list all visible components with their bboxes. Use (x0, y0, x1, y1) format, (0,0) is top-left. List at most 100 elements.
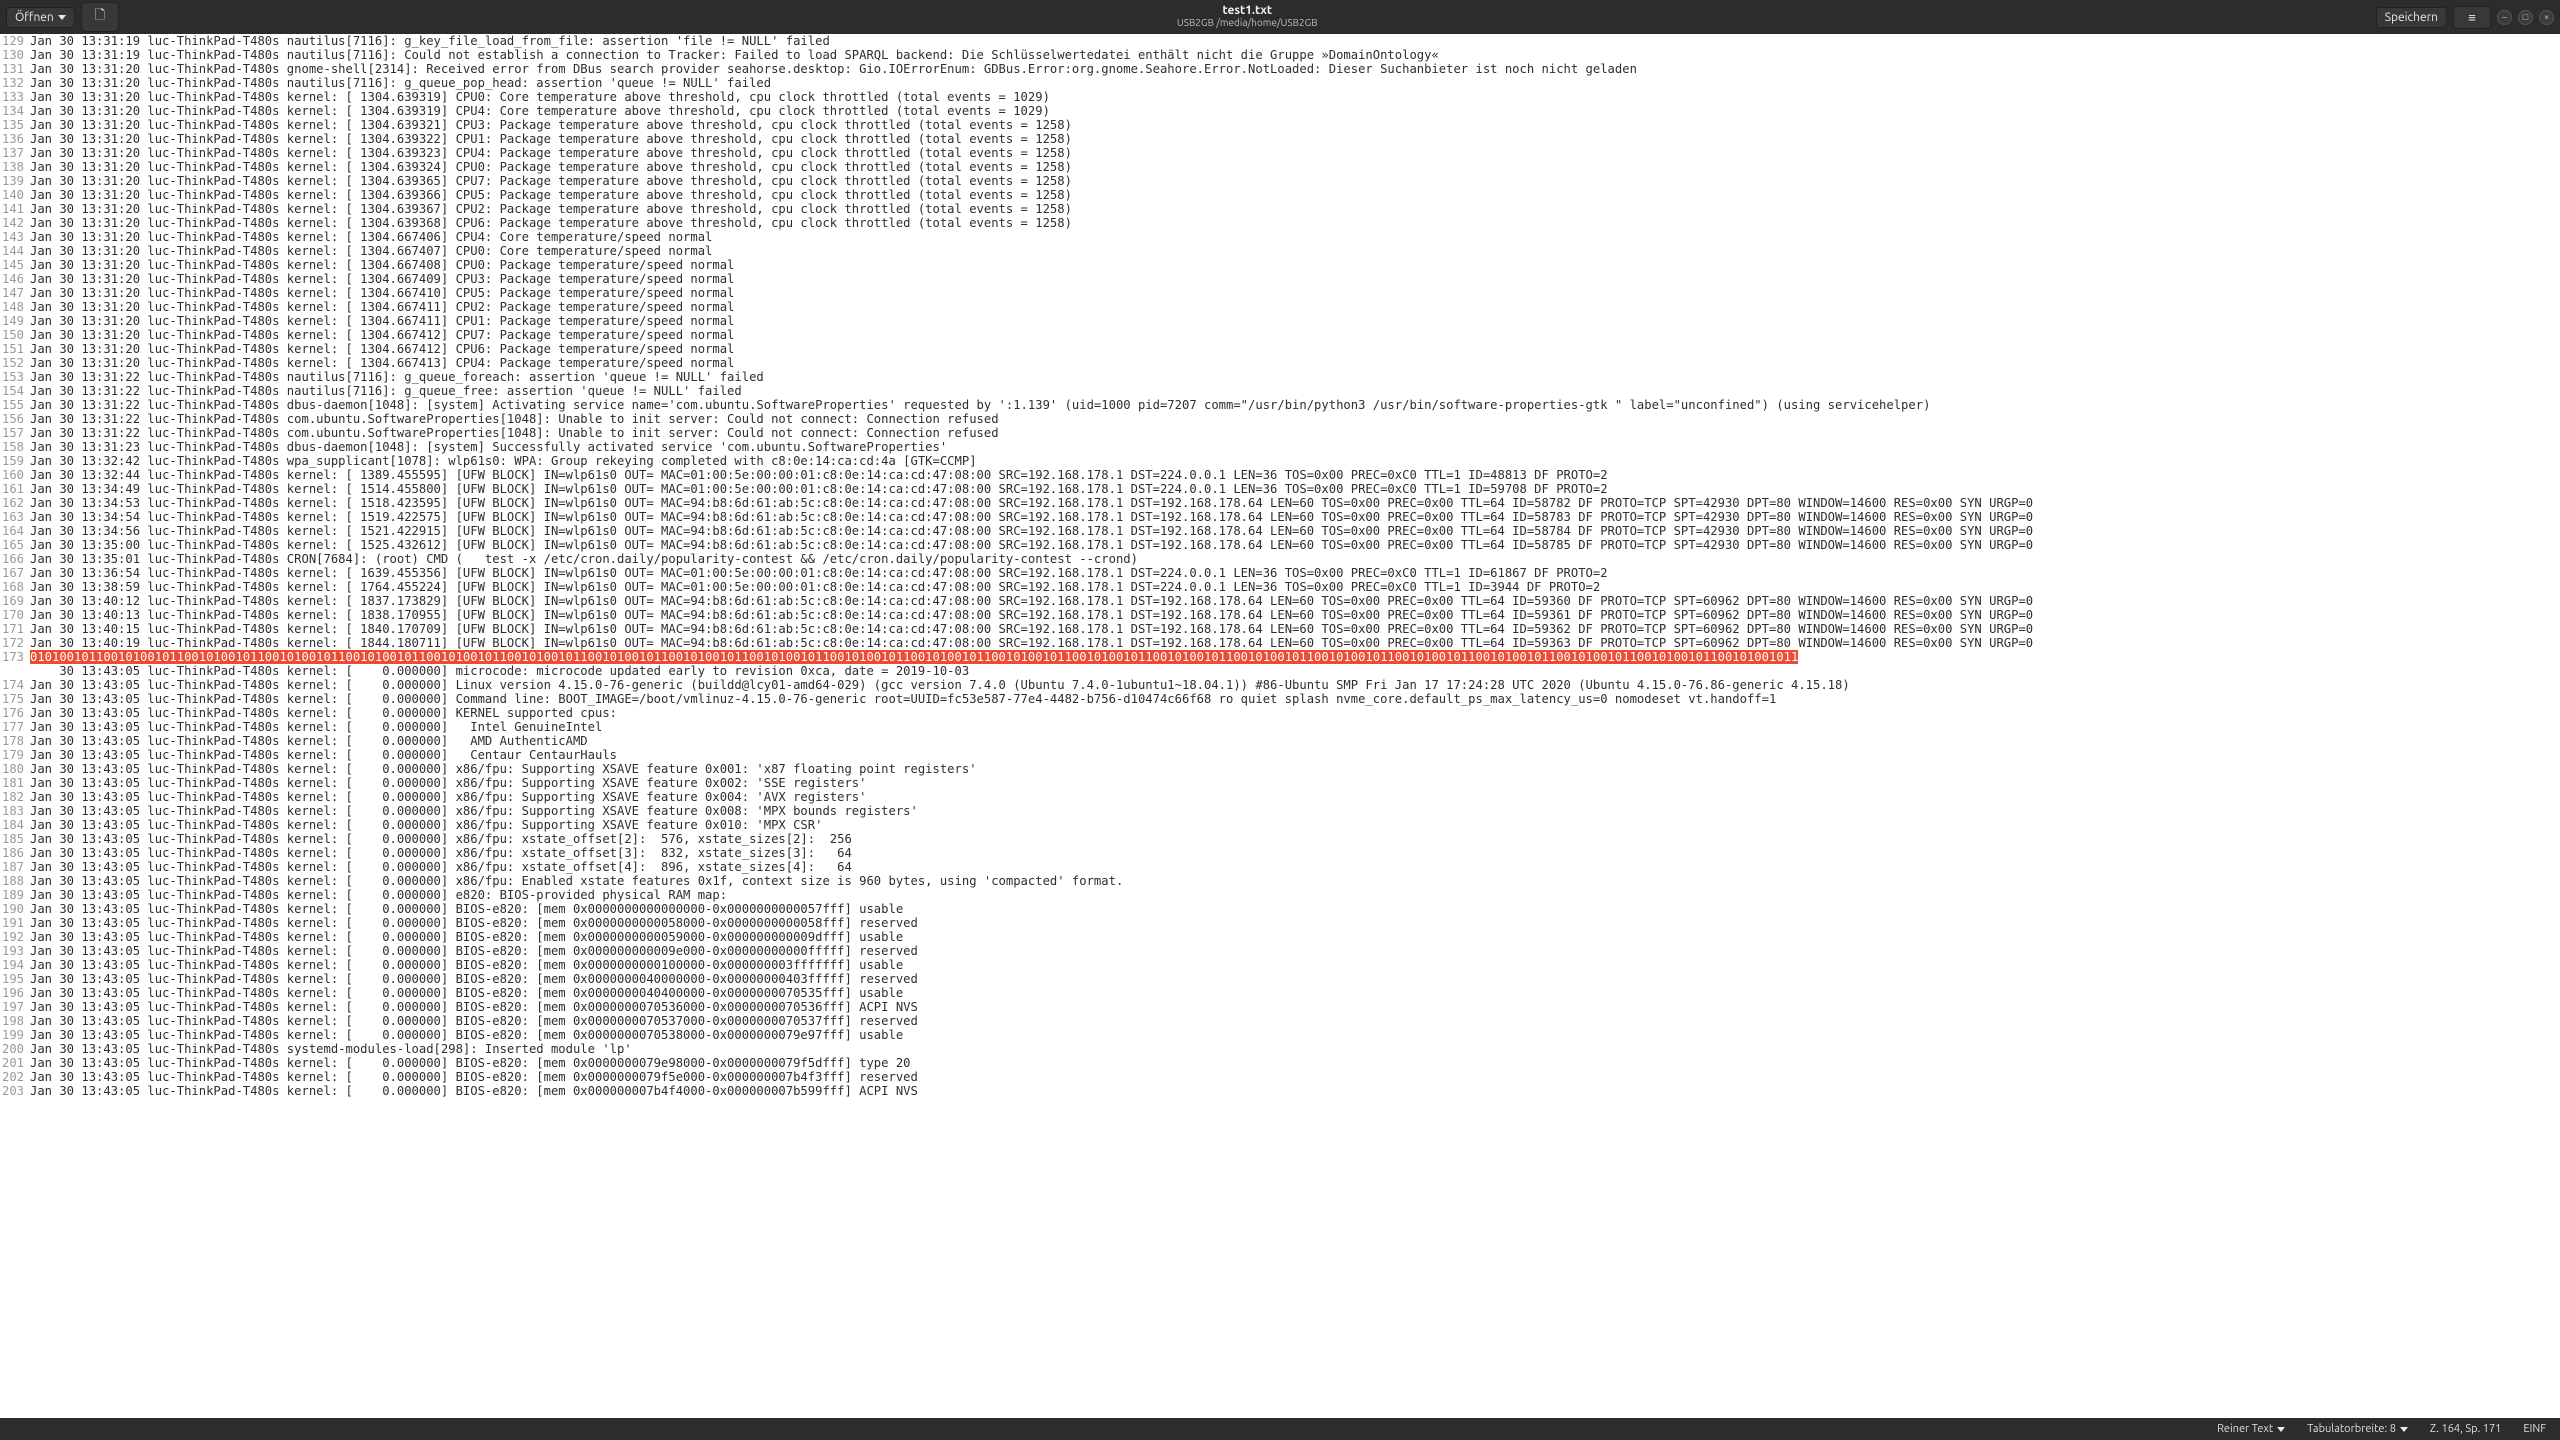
editor-line[interactable]: 149Jan 30 13:31:20 luc-ThinkPad-T480s ke… (0, 314, 2560, 328)
editor-line[interactable]: 137Jan 30 13:31:20 luc-ThinkPad-T480s ke… (0, 146, 2560, 160)
line-number: 160 (0, 468, 30, 482)
editor-line[interactable]: 147Jan 30 13:31:20 luc-ThinkPad-T480s ke… (0, 286, 2560, 300)
editor-line[interactable]: 172Jan 30 13:40:19 luc-ThinkPad-T480s ke… (0, 636, 2560, 650)
editor-line[interactable]: 170Jan 30 13:40:13 luc-ThinkPad-T480s ke… (0, 608, 2560, 622)
editor-line[interactable]: 155Jan 30 13:31:22 luc-ThinkPad-T480s db… (0, 398, 2560, 412)
editor-line[interactable]: 169Jan 30 13:40:12 luc-ThinkPad-T480s ke… (0, 594, 2560, 608)
editor-line[interactable]: 199Jan 30 13:43:05 luc-ThinkPad-T480s ke… (0, 1028, 2560, 1042)
editor-line[interactable]: 144Jan 30 13:31:20 luc-ThinkPad-T480s ke… (0, 244, 2560, 258)
editor-line[interactable]: 165Jan 30 13:35:00 luc-ThinkPad-T480s ke… (0, 538, 2560, 552)
editor-line-selected[interactable]: 1730101001011001010010110010100101100101… (0, 650, 2560, 664)
editor-line[interactable]: 131Jan 30 13:31:20 luc-ThinkPad-T480s gn… (0, 62, 2560, 76)
editor-line[interactable]: 174Jan 30 13:43:05 luc-ThinkPad-T480s ke… (0, 678, 2560, 692)
editor-line[interactable]: 141Jan 30 13:31:20 luc-ThinkPad-T480s ke… (0, 202, 2560, 216)
line-text: Jan 30 13:43:05 luc-ThinkPad-T480s kerne… (30, 678, 1850, 692)
editor-line[interactable]: 153Jan 30 13:31:22 luc-ThinkPad-T480s na… (0, 370, 2560, 384)
editor-line[interactable]: 152Jan 30 13:31:20 luc-ThinkPad-T480s ke… (0, 356, 2560, 370)
editor-line[interactable]: 163Jan 30 13:34:54 luc-ThinkPad-T480s ke… (0, 510, 2560, 524)
editor-line[interactable]: 166Jan 30 13:35:01 luc-ThinkPad-T480s CR… (0, 552, 2560, 566)
editor-line[interactable]: 142Jan 30 13:31:20 luc-ThinkPad-T480s ke… (0, 216, 2560, 230)
editor-line[interactable]: 184Jan 30 13:43:05 luc-ThinkPad-T480s ke… (0, 818, 2560, 832)
editor-line[interactable]: 192Jan 30 13:43:05 luc-ThinkPad-T480s ke… (0, 930, 2560, 944)
editor-line[interactable]: 151Jan 30 13:31:20 luc-ThinkPad-T480s ke… (0, 342, 2560, 356)
editor-line[interactable]: 177Jan 30 13:43:05 luc-ThinkPad-T480s ke… (0, 720, 2560, 734)
editor-line[interactable]: 130Jan 30 13:31:19 luc-ThinkPad-T480s na… (0, 48, 2560, 62)
line-text: Jan 30 13:40:15 luc-ThinkPad-T480s kerne… (30, 622, 2033, 636)
editor-line[interactable]: 164Jan 30 13:34:56 luc-ThinkPad-T480s ke… (0, 524, 2560, 538)
editor-line[interactable]: 194Jan 30 13:43:05 luc-ThinkPad-T480s ke… (0, 958, 2560, 972)
editor-line[interactable]: 140Jan 30 13:31:20 luc-ThinkPad-T480s ke… (0, 188, 2560, 202)
editor-line[interactable]: 161Jan 30 13:34:49 luc-ThinkPad-T480s ke… (0, 482, 2560, 496)
editor-line[interactable]: 200Jan 30 13:43:05 luc-ThinkPad-T480s sy… (0, 1042, 2560, 1056)
editor-line[interactable]: 178Jan 30 13:43:05 luc-ThinkPad-T480s ke… (0, 734, 2560, 748)
editor-line[interactable]: 143Jan 30 13:31:20 luc-ThinkPad-T480s ke… (0, 230, 2560, 244)
editor-line[interactable]: 185Jan 30 13:43:05 luc-ThinkPad-T480s ke… (0, 832, 2560, 846)
line-text: Jan 30 13:43:05 luc-ThinkPad-T480s kerne… (30, 874, 1123, 888)
insert-mode[interactable]: EINF (2523, 1423, 2546, 1435)
line-text: Jan 30 13:31:20 luc-ThinkPad-T480s kerne… (30, 216, 1072, 230)
editor-line[interactable]: 187Jan 30 13:43:05 luc-ThinkPad-T480s ke… (0, 860, 2560, 874)
editor-line[interactable]: 168Jan 30 13:38:59 luc-ThinkPad-T480s ke… (0, 580, 2560, 594)
line-text: Jan 30 13:43:05 luc-ThinkPad-T480s kerne… (30, 832, 852, 846)
line-text: Jan 30 13:43:05 luc-ThinkPad-T480s syste… (30, 1042, 632, 1056)
editor-line[interactable]: 183Jan 30 13:43:05 luc-ThinkPad-T480s ke… (0, 804, 2560, 818)
editor-line[interactable]: 159Jan 30 13:32:42 luc-ThinkPad-T480s wp… (0, 454, 2560, 468)
editor-line[interactable]: 134Jan 30 13:31:20 luc-ThinkPad-T480s ke… (0, 104, 2560, 118)
maximize-button[interactable]: □ (2518, 10, 2533, 25)
editor-line[interactable]: 193Jan 30 13:43:05 luc-ThinkPad-T480s ke… (0, 944, 2560, 958)
new-tab-button[interactable]: 🗋 (81, 2, 119, 32)
editor-line[interactable]: 198Jan 30 13:43:05 luc-ThinkPad-T480s ke… (0, 1014, 2560, 1028)
editor-line[interactable]: 175Jan 30 13:43:05 luc-ThinkPad-T480s ke… (0, 692, 2560, 706)
hamburger-menu-button[interactable]: ≡ (2453, 6, 2491, 29)
editor-line[interactable]: 167Jan 30 13:36:54 luc-ThinkPad-T480s ke… (0, 566, 2560, 580)
editor-line[interactable]: 146Jan 30 13:31:20 luc-ThinkPad-T480s ke… (0, 272, 2560, 286)
editor-line[interactable]: 202Jan 30 13:43:05 luc-ThinkPad-T480s ke… (0, 1070, 2560, 1084)
editor-line[interactable]: 181Jan 30 13:43:05 luc-ThinkPad-T480s ke… (0, 776, 2560, 790)
editor-line[interactable]: 139Jan 30 13:31:20 luc-ThinkPad-T480s ke… (0, 174, 2560, 188)
close-button[interactable]: × (2539, 10, 2554, 25)
editor-line[interactable]: 136Jan 30 13:31:20 luc-ThinkPad-T480s ke… (0, 132, 2560, 146)
save-button[interactable]: Speichern (2376, 7, 2447, 28)
editor-line[interactable]: 160Jan 30 13:32:44 luc-ThinkPad-T480s ke… (0, 468, 2560, 482)
editor-line[interactable]: 156Jan 30 13:31:22 luc-ThinkPad-T480s co… (0, 412, 2560, 426)
editor-line[interactable]: 188Jan 30 13:43:05 luc-ThinkPad-T480s ke… (0, 874, 2560, 888)
editor-line[interactable]: 201Jan 30 13:43:05 luc-ThinkPad-T480s ke… (0, 1056, 2560, 1070)
line-number: 181 (0, 776, 30, 790)
editor-line[interactable]: 179Jan 30 13:43:05 luc-ThinkPad-T480s ke… (0, 748, 2560, 762)
open-button[interactable]: Öffnen (6, 7, 75, 28)
editor-line[interactable]: 203Jan 30 13:43:05 luc-ThinkPad-T480s ke… (0, 1084, 2560, 1098)
editor-line[interactable]: 132Jan 30 13:31:20 luc-ThinkPad-T480s na… (0, 76, 2560, 90)
minimize-button[interactable]: – (2497, 10, 2512, 25)
editor-line[interactable]: 171Jan 30 13:40:15 luc-ThinkPad-T480s ke… (0, 622, 2560, 636)
editor-line[interactable]: 135Jan 30 13:31:20 luc-ThinkPad-T480s ke… (0, 118, 2560, 132)
editor-line[interactable]: 158Jan 30 13:31:23 luc-ThinkPad-T480s db… (0, 440, 2560, 454)
editor-line[interactable]: 148Jan 30 13:31:20 luc-ThinkPad-T480s ke… (0, 300, 2560, 314)
editor-line[interactable]: 162Jan 30 13:34:53 luc-ThinkPad-T480s ke… (0, 496, 2560, 510)
editor-line[interactable]: 145Jan 30 13:31:20 luc-ThinkPad-T480s ke… (0, 258, 2560, 272)
editor-line[interactable]: 186Jan 30 13:43:05 luc-ThinkPad-T480s ke… (0, 846, 2560, 860)
editor-line[interactable]: 180Jan 30 13:43:05 luc-ThinkPad-T480s ke… (0, 762, 2560, 776)
editor-line[interactable]: 129Jan 30 13:31:19 luc-ThinkPad-T480s na… (0, 34, 2560, 48)
editor-line[interactable]: 195Jan 30 13:43:05 luc-ThinkPad-T480s ke… (0, 972, 2560, 986)
editor-line[interactable]: 189Jan 30 13:43:05 luc-ThinkPad-T480s ke… (0, 888, 2560, 902)
editor-line[interactable]: 157Jan 30 13:31:22 luc-ThinkPad-T480s co… (0, 426, 2560, 440)
editor-line[interactable]: 191Jan 30 13:43:05 luc-ThinkPad-T480s ke… (0, 916, 2560, 930)
editor-line[interactable]: 154Jan 30 13:31:22 luc-ThinkPad-T480s na… (0, 384, 2560, 398)
editor-line[interactable]: 196Jan 30 13:43:05 luc-ThinkPad-T480s ke… (0, 986, 2560, 1000)
editor-line[interactable]: 176Jan 30 13:43:05 luc-ThinkPad-T480s ke… (0, 706, 2560, 720)
syntax-mode[interactable]: Reiner Text (2217, 1423, 2285, 1435)
line-text: Jan 30 13:40:12 luc-ThinkPad-T480s kerne… (30, 594, 2033, 608)
editor-line[interactable]: 150Jan 30 13:31:20 luc-ThinkPad-T480s ke… (0, 328, 2560, 342)
editor-line[interactable]: 190Jan 30 13:43:05 luc-ThinkPad-T480s ke… (0, 902, 2560, 916)
tab-width[interactable]: Tabulatorbreite: 8 (2307, 1423, 2408, 1435)
text-editor-view[interactable]: 129Jan 30 13:31:19 luc-ThinkPad-T480s na… (0, 34, 2560, 1418)
editor-line[interactable]: 30 13:43:05 luc-ThinkPad-T480s kernel: [… (0, 664, 2560, 678)
line-number: 163 (0, 510, 30, 524)
line-number: 183 (0, 804, 30, 818)
editor-line[interactable]: 197Jan 30 13:43:05 luc-ThinkPad-T480s ke… (0, 1000, 2560, 1014)
editor-line[interactable]: 138Jan 30 13:31:20 luc-ThinkPad-T480s ke… (0, 160, 2560, 174)
line-text: Jan 30 13:43:05 luc-ThinkPad-T480s kerne… (30, 720, 602, 734)
editor-line[interactable]: 182Jan 30 13:43:05 luc-ThinkPad-T480s ke… (0, 790, 2560, 804)
line-number: 136 (0, 132, 30, 146)
editor-line[interactable]: 133Jan 30 13:31:20 luc-ThinkPad-T480s ke… (0, 90, 2560, 104)
